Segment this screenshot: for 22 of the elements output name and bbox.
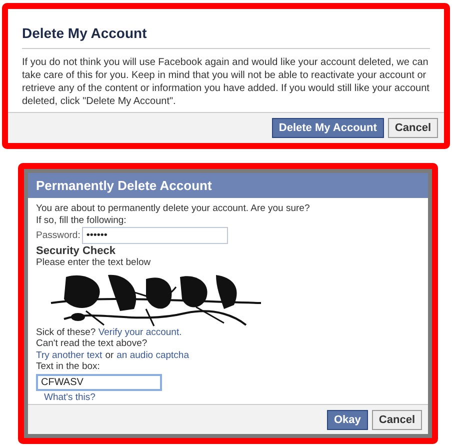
- help-link[interactable]: What's this?: [44, 392, 96, 402]
- delete-button[interactable]: Delete My Account: [272, 118, 384, 138]
- answer-label: Text in the box:: [36, 361, 101, 372]
- verify-text: Sick of these? Verify your account.: [36, 326, 183, 338]
- dialog-title: Permanently Delete Account: [28, 169, 428, 198]
- audio-captcha-link[interactable]: an audio captcha: [116, 350, 190, 360]
- verify-link[interactable]: Verify your account.: [98, 326, 182, 338]
- hint-text: Please enter the text below: [36, 257, 152, 268]
- okay-button[interactable]: Okay: [327, 410, 368, 430]
- password-label: Password:: [36, 230, 80, 241]
- cancel-button[interactable]: Cancel: [388, 118, 438, 138]
- answer-field[interactable]: CFWASV: [36, 374, 162, 390]
- cant-read-text: Can't read the text above?: [36, 338, 148, 350]
- password-field[interactable]: ••••••: [82, 227, 228, 244]
- dialog-message: If you do not think you will use Facebook again and would like your account deleted, we can take care of this for you. Keep in mind that you will not be able to reactivate your account or retrieve any of the content or information you have added. If you would still like your account deleted, click "Delete My Account".: [22, 56, 430, 109]
- dialog-title: Delete My Account: [22, 25, 430, 49]
- cancel-button[interactable]: Cancel: [372, 410, 422, 430]
- intro-text: You are about to permanently delete your account. Are you sure?: [36, 203, 311, 214]
- another-text-link[interactable]: Try another text: [36, 350, 102, 360]
- or-text: or: [105, 350, 114, 360]
- section-heading: Security Check: [36, 245, 116, 257]
- intro-text: If so, fill the following:: [36, 214, 128, 226]
